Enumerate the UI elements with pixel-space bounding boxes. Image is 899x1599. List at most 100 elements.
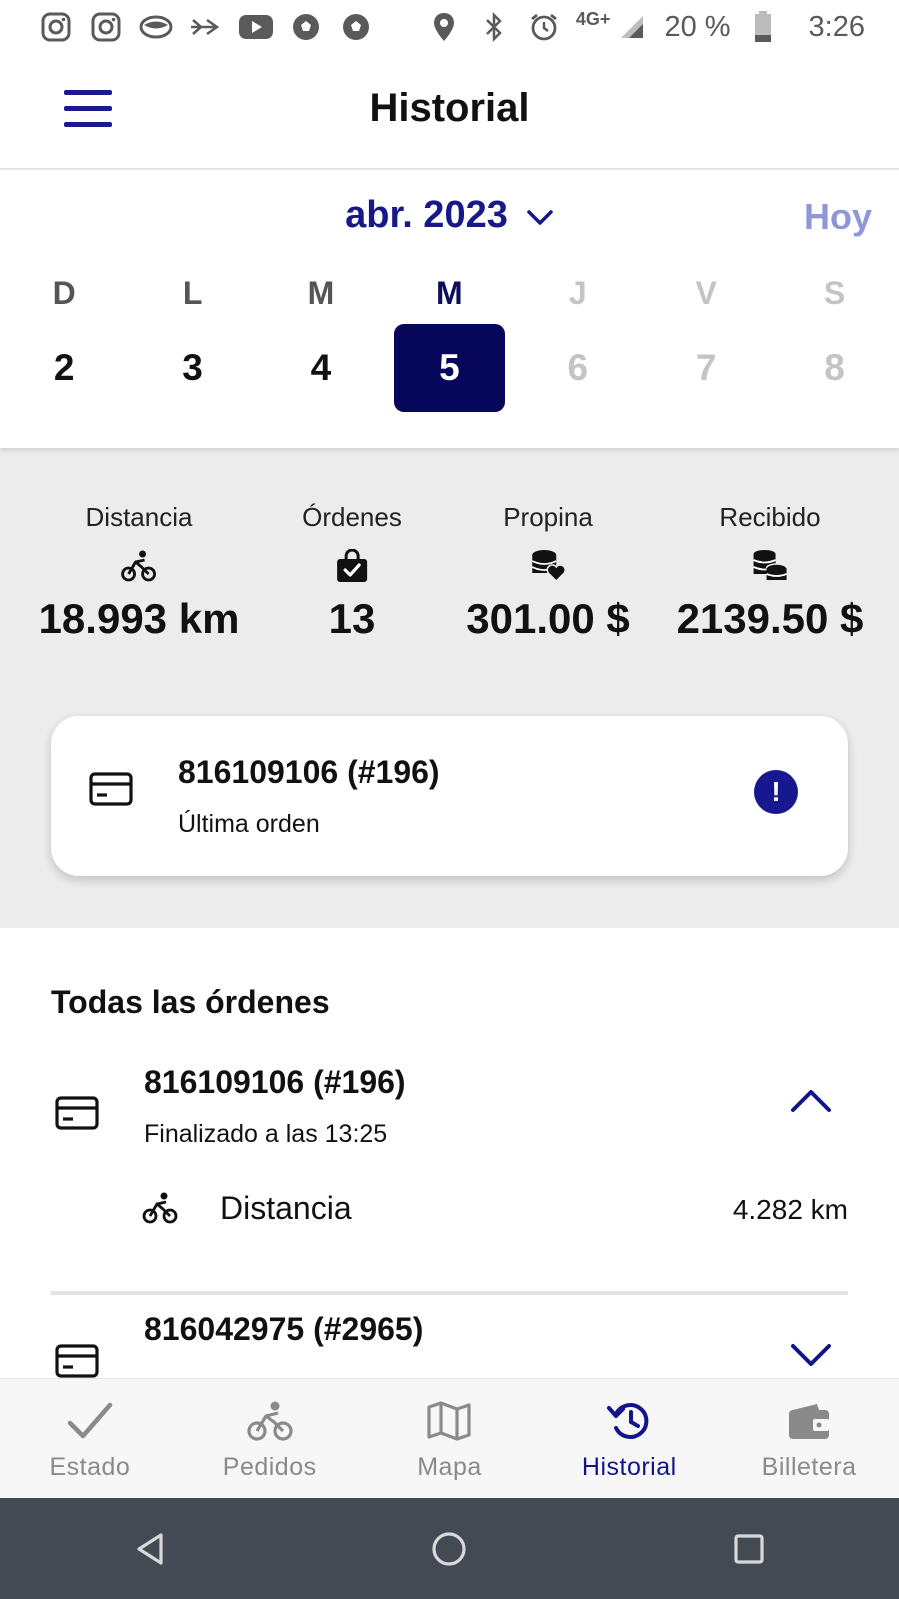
- coin-stack-icon: [751, 547, 789, 585]
- stat-label: Recibido: [719, 502, 821, 532]
- back-icon[interactable]: [120, 1519, 180, 1579]
- chevron-up-icon[interactable]: [789, 1086, 833, 1119]
- day-letter: M: [307, 275, 335, 311]
- nav-label: Estado: [49, 1453, 131, 1481]
- stat-distance: Distancia 18.993 km: [39, 502, 240, 643]
- app-screen: 4G+ 20 % 3:26 Historial abr. 2023 Hoy D: [0, 0, 899, 1599]
- last-order-subtitle: Última orden: [178, 810, 320, 838]
- alert-icon: !: [754, 770, 798, 814]
- nav-historial[interactable]: Historial: [539, 1379, 719, 1498]
- order-subtitle: Finalizado a las 13:25: [144, 1120, 388, 1148]
- day-wednesday-selected[interactable]: M 5: [385, 270, 513, 412]
- orders-section-title: Todas las órdenes: [51, 984, 330, 1020]
- stat-value: 2139.50 $: [676, 595, 864, 642]
- nav-label: Pedidos: [222, 1453, 317, 1481]
- stat-orders: Órdenes 13: [302, 502, 402, 643]
- day-number: 4: [310, 347, 332, 388]
- day-letter: V: [695, 275, 717, 311]
- instagram-icon: [38, 9, 74, 45]
- bicycle-icon: [247, 1397, 293, 1445]
- battery-percent: 20 %: [664, 10, 731, 43]
- stat-value: 301.00 $: [466, 595, 630, 642]
- last-order-title: 816109106 (#196): [178, 754, 440, 790]
- day-number: 6: [567, 347, 589, 388]
- day-letter: J: [568, 275, 587, 311]
- last-order-card[interactable]: 816109106 (#196) Última orden !: [51, 716, 848, 876]
- home-icon[interactable]: [419, 1519, 479, 1579]
- status-bar: 4G+ 20 % 3:26: [0, 0, 899, 54]
- clock: 3:26: [808, 10, 865, 43]
- day-number: 8: [824, 347, 845, 388]
- page-title: Historial: [369, 86, 530, 130]
- notification-icons: [38, 9, 374, 45]
- today-button[interactable]: Hoy: [804, 196, 872, 238]
- order-title: 816109106 (#196): [144, 1064, 406, 1100]
- detail-value: 4.282 km: [732, 1194, 848, 1225]
- battery-icon: [745, 9, 781, 45]
- day-number: 3: [182, 347, 203, 388]
- stat-label: Órdenes: [302, 502, 402, 532]
- day-saturday[interactable]: S 8: [770, 270, 898, 412]
- nav-mapa[interactable]: Mapa: [360, 1379, 540, 1498]
- bicycle-icon: [121, 547, 157, 585]
- alarm-icon: [526, 9, 562, 45]
- youtube-icon: [238, 9, 274, 45]
- wallet-icon: [787, 1397, 831, 1445]
- nav-label: Billetera: [761, 1453, 857, 1481]
- nav-pedidos[interactable]: Pedidos: [180, 1379, 360, 1498]
- day-monday[interactable]: L 3: [128, 270, 256, 412]
- chevron-down-icon: [526, 194, 554, 237]
- soccer-ball-icon: [288, 9, 324, 45]
- order-title: 816042975 (#2965): [144, 1311, 424, 1347]
- day-letter: M: [436, 275, 463, 311]
- instagram-icon: [88, 9, 124, 45]
- system-status: 4G+ 20 % 3:26: [426, 9, 865, 45]
- app-bar: Historial: [0, 54, 899, 170]
- divider: [51, 1291, 848, 1295]
- location-icon: [426, 9, 462, 45]
- recents-icon[interactable]: [719, 1519, 779, 1579]
- credit-card-icon: [55, 1344, 99, 1378]
- bluetooth-icon: [476, 9, 512, 45]
- week-days: D 2 L 3 M 4 M 5 J 6 V 7 S 8: [0, 270, 899, 412]
- day-letter: D: [52, 275, 76, 311]
- messaging-icon: [138, 9, 174, 45]
- system-navigation-bar: [0, 1498, 899, 1599]
- bicycle-icon: [142, 1192, 178, 1229]
- summary-stats: Distancia 18.993 km Órdenes 13 Propina 3…: [0, 448, 899, 928]
- stat-label: Propina: [503, 502, 593, 532]
- detail-label: Distancia: [220, 1190, 352, 1226]
- month-label: abr. 2023: [345, 194, 508, 236]
- day-number: 2: [53, 347, 75, 388]
- bottom-navigation: Estado Pedidos Mapa Historial Billetera: [0, 1378, 899, 1498]
- day-thursday[interactable]: J 6: [514, 270, 642, 412]
- chevron-down-icon[interactable]: [789, 1342, 833, 1375]
- day-sunday[interactable]: D 2: [0, 270, 128, 412]
- day-friday[interactable]: V 7: [642, 270, 770, 412]
- stat-tip: Propina 301.00 $: [466, 502, 630, 643]
- day-number: 5: [393, 324, 505, 412]
- day-number: 7: [695, 347, 717, 388]
- day-letter: L: [182, 275, 203, 311]
- stat-value: 18.993 km: [38, 595, 240, 642]
- stat-value: 13: [328, 595, 376, 642]
- dart-icon: [188, 9, 224, 45]
- month-selector[interactable]: abr. 2023: [0, 194, 899, 237]
- nav-label: Mapa: [417, 1453, 482, 1481]
- credit-card-icon: [89, 772, 133, 811]
- orders-list: Todas las órdenes 816109106 (#196) Final…: [0, 928, 899, 1378]
- stat-label: Distancia: [85, 502, 193, 532]
- coins-heart-icon: [530, 547, 566, 585]
- nav-label: Historial: [581, 1453, 677, 1481]
- soccer-ball-icon: [338, 9, 374, 45]
- credit-card-icon: [55, 1096, 99, 1135]
- shopping-bag-check-icon: [335, 547, 369, 585]
- network-type: 4G+: [575, 8, 611, 29]
- stat-received: Recibido 2139.50 $: [677, 502, 864, 643]
- map-icon: [426, 1397, 472, 1445]
- day-tuesday[interactable]: M 4: [257, 270, 385, 412]
- nav-billetera[interactable]: Billetera: [719, 1379, 899, 1498]
- signal-icon: [614, 9, 650, 45]
- history-icon: [606, 1397, 652, 1445]
- nav-estado[interactable]: Estado: [0, 1379, 180, 1498]
